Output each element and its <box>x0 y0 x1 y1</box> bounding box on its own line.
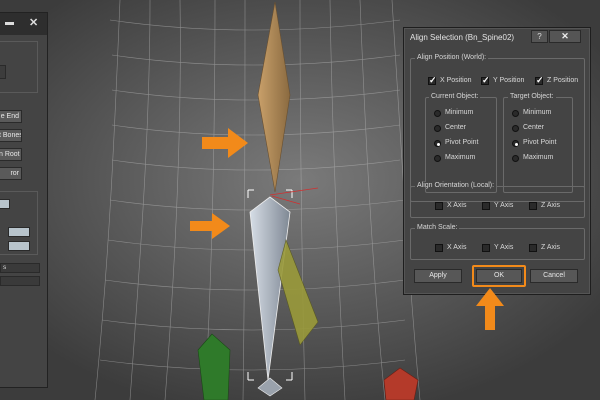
scale-z-axis-label: Z Axis <box>541 244 561 251</box>
current-maximum-label: Maximum <box>445 154 476 161</box>
target-maximum-radio[interactable] <box>512 155 519 162</box>
x-position-label: X Position <box>440 77 472 84</box>
current-pivot-point-radio[interactable] <box>434 140 441 147</box>
scale-z-axis-checkbox[interactable] <box>529 244 537 252</box>
orient-x-axis-checkbox[interactable] <box>435 202 443 210</box>
x-position-checkbox[interactable] <box>428 75 437 86</box>
z-position-checkbox[interactable] <box>535 75 544 86</box>
target-center-label: Center <box>523 124 545 131</box>
target-center-radio[interactable] <box>512 125 519 132</box>
left-tool-panel: ✕ e End t Bones n Root ror s <box>0 12 48 388</box>
target-object-group: Target Object: Minimum Center Pivot Poin… <box>503 93 573 193</box>
align-position-group: Align Position (World): X Position Y Pos… <box>410 54 585 202</box>
ok-button-highlight <box>472 265 526 287</box>
arrow-right-icon <box>202 128 248 158</box>
current-object-group: Current Object: Minimum Center Pivot Poi… <box>425 93 497 193</box>
scale-y-axis-checkbox[interactable] <box>482 244 490 252</box>
apply-button[interactable]: Apply <box>414 269 462 283</box>
target-object-label: Target Object: <box>508 93 556 100</box>
current-center-radio[interactable] <box>434 125 441 132</box>
left-panel-color-swatch[interactable] <box>0 199 10 209</box>
dialog-title: Align Selection (Bn_Spine02) <box>410 33 515 42</box>
left-panel-rollout[interactable]: s <box>0 263 40 273</box>
orient-y-axis-label: Y Axis <box>494 202 514 209</box>
z-position-label: Z Position <box>547 77 579 84</box>
current-minimum-radio[interactable] <box>434 110 441 117</box>
left-panel-button-end[interactable]: e End <box>0 110 22 123</box>
arrow-right-icon <box>190 213 230 239</box>
current-object-label: Current Object: <box>429 93 481 100</box>
current-center-label: Center <box>445 124 467 131</box>
target-maximum-label: Maximum <box>523 154 554 161</box>
left-panel-button-bones[interactable]: t Bones <box>0 129 22 142</box>
target-pivot-point-radio[interactable] <box>512 140 519 147</box>
match-scale-group: Match Scale: X Axis Y Axis Z Axis <box>410 224 585 260</box>
orient-x-axis-label: X Axis <box>447 202 467 209</box>
y-position-label: Y Position <box>493 77 525 84</box>
align-orientation-label: Align Orientation (Local): <box>415 182 497 189</box>
orient-y-axis-checkbox[interactable] <box>482 202 490 210</box>
left-panel-spinner-1[interactable] <box>8 227 30 237</box>
scale-y-axis-label: Y Axis <box>494 244 514 251</box>
scale-x-axis-checkbox[interactable] <box>435 244 443 252</box>
target-pivot-point-label: Pivot Point <box>523 139 557 146</box>
left-panel-field[interactable] <box>0 65 6 79</box>
match-scale-label: Match Scale: <box>415 224 460 231</box>
left-panel-spinner-2[interactable] <box>8 241 30 251</box>
help-button[interactable]: ? <box>531 30 548 43</box>
orient-z-axis-checkbox[interactable] <box>529 202 537 210</box>
current-pivot-point-label: Pivot Point <box>445 139 479 146</box>
align-selection-dialog: Align Selection (Bn_Spine02) ? ✕ Align P… <box>403 27 591 295</box>
close-button[interactable]: ✕ <box>549 30 581 43</box>
cancel-button[interactable]: Cancel <box>530 269 578 283</box>
arrow-up-icon <box>476 288 504 330</box>
current-maximum-radio[interactable] <box>434 155 441 162</box>
align-orientation-group: Align Orientation (Local): X Axis Y Axis… <box>410 182 585 218</box>
left-panel-titlebar: ✕ <box>0 13 47 35</box>
left-panel-button-root[interactable]: n Root <box>0 148 22 161</box>
scale-x-axis-label: X Axis <box>447 244 467 251</box>
left-panel-button-mirror[interactable]: ror <box>0 167 22 180</box>
current-minimum-label: Minimum <box>445 109 474 116</box>
close-icon[interactable]: ✕ <box>29 18 38 29</box>
target-minimum-label: Minimum <box>523 109 552 116</box>
minimize-icon[interactable] <box>5 22 14 25</box>
align-position-label: Align Position (World): <box>415 54 489 61</box>
target-minimum-radio[interactable] <box>512 110 519 117</box>
orient-z-axis-label: Z Axis <box>541 202 561 209</box>
y-position-checkbox[interactable] <box>481 75 490 86</box>
left-panel-rollout-2[interactable] <box>0 276 40 286</box>
